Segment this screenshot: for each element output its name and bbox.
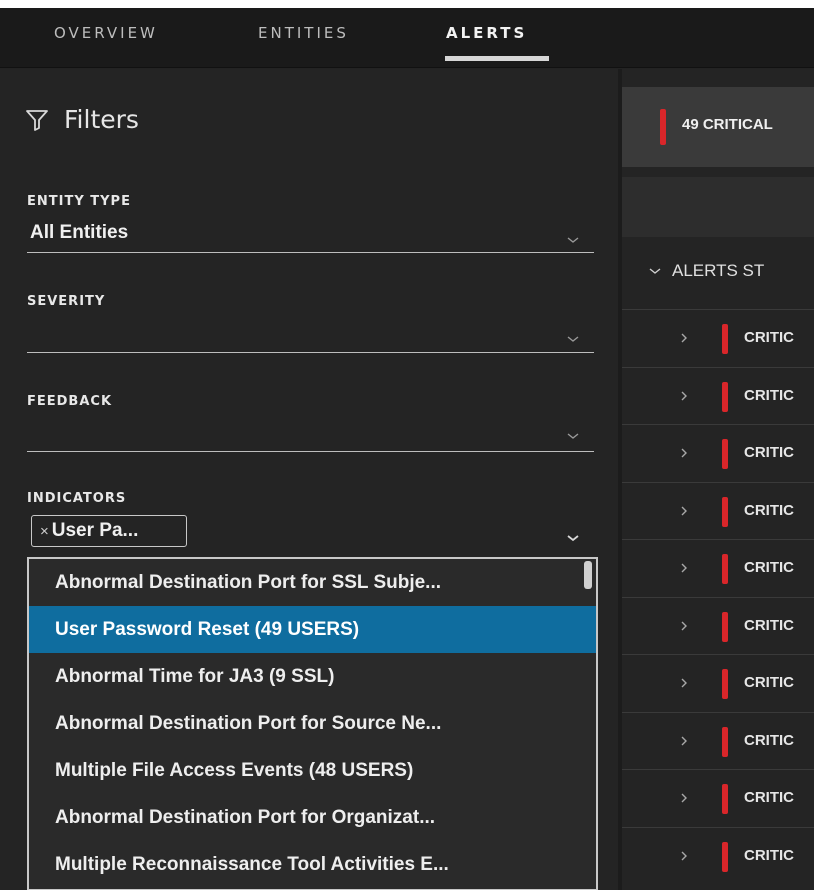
alerts-toolbar: [622, 177, 814, 237]
app-window: OVERVIEW ENTITIES ALERTS Filters ENTITY …: [0, 8, 814, 890]
entity-type-label: ENTITY TYPE: [27, 194, 131, 209]
alert-severity-label: CRITIC: [744, 444, 794, 461]
feedback-label: FEEDBACK: [27, 394, 113, 409]
dropdown-option-selected[interactable]: User Password Reset (49 USERS): [29, 606, 596, 653]
chevron-down-icon: [567, 237, 579, 243]
dropdown-option[interactable]: Abnormal Destination Port for SSL Subje.…: [29, 559, 596, 606]
chevron-down-icon: [567, 336, 579, 342]
severity-indicator: [722, 496, 728, 527]
funnel-icon: [26, 109, 48, 131]
tab-alerts[interactable]: ALERTS: [446, 24, 527, 42]
active-tab-indicator: [445, 56, 549, 61]
severity-indicator: [722, 381, 728, 412]
severity-indicator: [722, 611, 728, 642]
entity-type-underline: [27, 252, 594, 253]
dropdown-option[interactable]: Multiple File Access Events (48 USERS): [29, 747, 596, 794]
severity-indicator: [722, 841, 728, 872]
severity-indicator: [722, 726, 728, 757]
alert-row[interactable]: CRITIC: [622, 654, 814, 711]
alert-row[interactable]: CRITIC: [622, 481, 814, 539]
alert-severity-label: CRITIC: [744, 329, 794, 346]
tab-entities[interactable]: ENTITIES: [258, 24, 349, 42]
chevron-down-icon: [649, 268, 661, 274]
alert-severity-label: CRITIC: [744, 731, 794, 749]
chevron-right-icon[interactable]: [680, 562, 688, 574]
dropdown-option[interactable]: Multiple Reconnaissance Tool Activities …: [29, 841, 596, 888]
alert-row[interactable]: CRITIC: [622, 596, 814, 654]
dropdown-option[interactable]: Abnormal Destination Port for Source Ne.…: [29, 700, 596, 747]
alerts-panel: 49 CRITICAL ALERTS ST CRITIC CRITIC CRITIC…: [622, 69, 814, 890]
close-icon[interactable]: ×: [40, 523, 49, 540]
severity-indicator: [722, 324, 728, 354]
alert-row[interactable]: CRITIC: [622, 309, 814, 366]
alert-row[interactable]: CRITIC: [622, 539, 814, 596]
chevron-right-icon[interactable]: [680, 390, 688, 402]
tab-bar: OVERVIEW ENTITIES ALERTS: [0, 8, 814, 68]
filters-title: Filters: [64, 105, 139, 134]
tab-overview[interactable]: OVERVIEW: [54, 24, 158, 42]
severity-underline: [27, 352, 594, 353]
severity-label: SEVERITY: [27, 294, 106, 309]
alert-severity-label: CRITIC: [744, 559, 794, 576]
chevron-down-icon[interactable]: [566, 533, 580, 543]
alert-severity-label: CRITIC: [744, 501, 794, 519]
indicators-label: INDICATORS: [27, 491, 127, 506]
alert-severity-label: CRITIC: [744, 789, 794, 806]
chevron-down-icon: [567, 433, 579, 439]
severity-indicator: [660, 109, 666, 145]
critical-count: 49 CRITICAL: [682, 116, 773, 133]
alerts-group-label: ALERTS ST: [672, 261, 765, 280]
chevron-right-icon[interactable]: [680, 447, 688, 459]
indicator-chip[interactable]: × User Pa...: [31, 515, 187, 547]
alert-severity-label: CRITIC: [744, 674, 794, 691]
alert-row[interactable]: CRITIC: [622, 424, 814, 481]
alert-row[interactable]: CRITIC: [622, 826, 814, 884]
entity-type-value: All Entities: [30, 222, 129, 243]
chevron-right-icon[interactable]: [680, 735, 688, 747]
severity-indicator: [722, 669, 728, 699]
severity-indicator: [722, 554, 728, 584]
alert-severity-label: CRITIC: [744, 616, 794, 634]
dropdown-option[interactable]: Abnormal Destination Port for Organizat.…: [29, 794, 596, 841]
chevron-right-icon[interactable]: [680, 792, 688, 804]
alert-row[interactable]: CRITIC: [622, 711, 814, 769]
alerts-summary-header[interactable]: 49 CRITICAL: [622, 87, 814, 167]
chevron-right-icon[interactable]: [680, 505, 688, 517]
alert-severity-label: CRITIC: [744, 846, 794, 864]
filters-header: Filters: [24, 105, 139, 134]
alerts-group-header[interactable]: ALERTS ST: [648, 261, 764, 281]
alert-row[interactable]: CRITIC: [622, 769, 814, 826]
dropdown-scrollbar[interactable]: [584, 561, 592, 589]
alert-row[interactable]: CRITIC: [622, 366, 814, 424]
filters-panel: Filters ENTITY TYPE All Entities SEVERIT…: [0, 69, 618, 890]
dropdown-option[interactable]: Abnormal Time for JA3 (9 SSL): [29, 653, 596, 700]
feedback-underline: [27, 451, 594, 452]
severity-indicator: [722, 784, 728, 814]
chevron-right-icon[interactable]: [680, 850, 688, 862]
alert-severity-label: CRITIC: [744, 386, 794, 404]
chevron-right-icon[interactable]: [680, 677, 688, 689]
chevron-right-icon[interactable]: [680, 332, 688, 344]
chevron-right-icon[interactable]: [680, 620, 688, 632]
indicator-chip-label: User Pa...: [51, 520, 139, 541]
severity-indicator: [722, 439, 728, 469]
indicators-dropdown[interactable]: Abnormal Destination Port for SSL Subje.…: [27, 557, 598, 890]
